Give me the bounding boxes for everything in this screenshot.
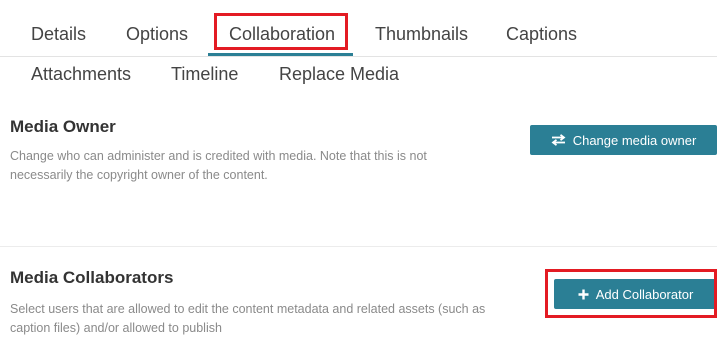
section-divider (0, 246, 717, 247)
media-collaborators-description: Select users that are allowed to edit th… (10, 302, 486, 335)
change-media-owner-button[interactable]: Change media owner (530, 125, 717, 155)
media-edit-page: Details Options Collaboration Thumbnails… (0, 0, 717, 349)
change-media-owner-label: Change media owner (572, 132, 697, 148)
tab-attachments[interactable]: Attachments (31, 63, 131, 85)
media-owner-description: Change who can administer and is credite… (10, 149, 427, 182)
add-collaborator-label: Add Collaborator (595, 286, 694, 302)
media-collaborators-title: Media Collaborators (10, 268, 174, 287)
plus-icon (578, 289, 589, 300)
active-tab-indicator (208, 53, 353, 56)
tab-timeline[interactable]: Timeline (171, 63, 238, 85)
tab-collaboration[interactable]: Collaboration (229, 23, 335, 45)
add-collaborator-button[interactable]: Add Collaborator (554, 279, 717, 309)
tab-thumbnails[interactable]: Thumbnails (375, 23, 468, 45)
tab-replace-media[interactable]: Replace Media (279, 63, 399, 85)
media-owner-title: Media Owner (10, 117, 116, 136)
tab-row-divider (0, 56, 717, 57)
tab-options[interactable]: Options (126, 23, 188, 45)
tab-details[interactable]: Details (31, 23, 86, 45)
swap-arrows-icon (551, 134, 566, 146)
tab-captions[interactable]: Captions (506, 23, 577, 45)
